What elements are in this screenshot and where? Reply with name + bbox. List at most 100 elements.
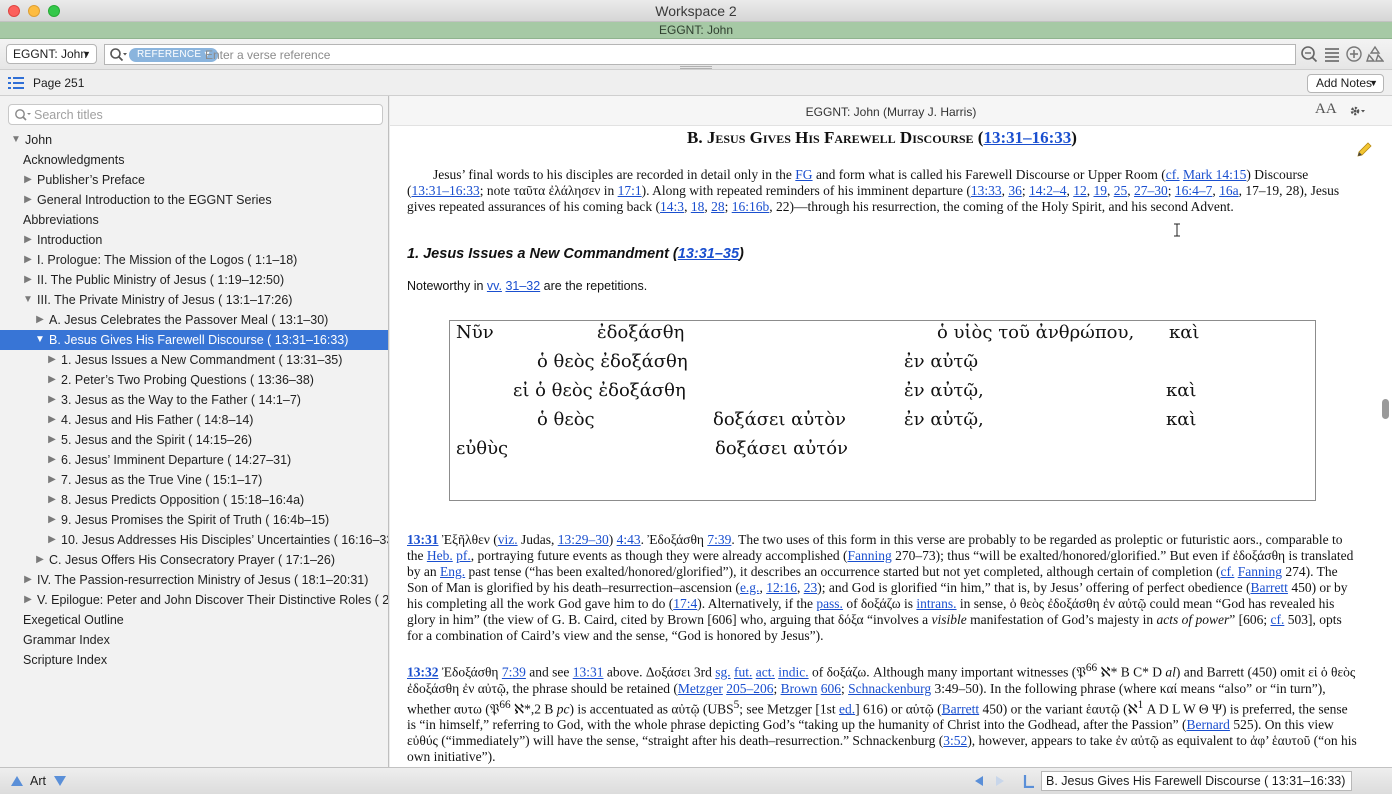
toc-item[interactable]: Acknowledgments xyxy=(0,150,388,170)
abbr-link[interactable]: pf. xyxy=(456,548,471,563)
triangle-up-icon[interactable] xyxy=(10,775,24,787)
toc-item[interactable]: Grammar Index xyxy=(0,630,388,650)
citation-link[interactable]: Schnackenburg xyxy=(848,681,931,696)
location-field[interactable]: B. Jesus Gives His Farewell Discourse ( … xyxy=(1041,771,1352,791)
abbr-link[interactable]: FG xyxy=(795,167,812,182)
verse-link[interactable]: 12 xyxy=(1073,183,1087,198)
abbr-link[interactable]: viz. xyxy=(498,532,518,547)
abbr-link[interactable]: pass. xyxy=(816,596,843,611)
abbr-link[interactable]: ed. xyxy=(839,701,855,716)
toc-item[interactable]: Exegetical Outline xyxy=(0,610,388,630)
toc-item[interactable]: ▶ Publisher’s Preface xyxy=(0,170,388,190)
disclosure-closed-icon[interactable]: ▶ xyxy=(34,550,46,570)
disclosure-open-icon[interactable]: ▼ xyxy=(22,290,34,310)
disclosure-closed-icon[interactable]: ▶ xyxy=(46,390,58,410)
toc-item[interactable]: ▶ 4. Jesus and His Father ( 14:8–14) xyxy=(0,410,388,430)
font-size-button[interactable]: AA xyxy=(1315,101,1337,118)
verse-link[interactable]: 31–32 xyxy=(505,279,540,293)
abbr-link[interactable]: indic. xyxy=(778,665,808,680)
toc-item[interactable]: ▶ 1. Jesus Issues a New Commandment ( 13:… xyxy=(0,350,388,370)
disclosure-closed-icon[interactable]: ▶ xyxy=(22,570,34,590)
verse-link[interactable]: 17:4 xyxy=(673,596,697,611)
abbr-link[interactable]: cf. xyxy=(1166,167,1180,182)
toc-item[interactable]: ▶ 10. Jesus Addresses His Disciples’ Unce… xyxy=(0,530,388,550)
toc-item[interactable]: ▶ 3. Jesus as the Way to the Father ( 14:… xyxy=(0,390,388,410)
verse-link[interactable]: 23 xyxy=(804,580,818,595)
citation-link[interactable]: Metzger xyxy=(678,681,723,696)
disclosure-closed-icon[interactable]: ▶ xyxy=(46,450,58,470)
disclosure-closed-icon[interactable]: ▶ xyxy=(46,510,58,530)
scrollbar-thumb[interactable] xyxy=(1382,399,1389,419)
toc-item[interactable]: ▶ IV. The Passion-resurrection Ministry o… xyxy=(0,570,388,590)
disclosure-open-icon[interactable]: ▼ xyxy=(10,130,22,150)
pencil-icon[interactable] xyxy=(1356,142,1372,158)
citation-link[interactable]: 606 xyxy=(821,681,841,696)
toc-item-selected[interactable]: ▼ B. Jesus Gives His Farewell Discourse (… xyxy=(0,330,388,350)
verse-link[interactable]: 7:39 xyxy=(502,665,526,680)
verse-link[interactable]: 13:29–30 xyxy=(558,532,609,547)
verse-link[interactable]: 13:31–16:33 xyxy=(412,183,480,198)
abbr-link[interactable]: cf. xyxy=(1220,564,1234,579)
gear-icon[interactable] xyxy=(1348,103,1366,119)
abbr-link[interactable]: fut. xyxy=(734,665,752,680)
forward-arrow-icon[interactable] xyxy=(994,775,1006,787)
abbr-link[interactable]: cf. xyxy=(1270,612,1284,627)
citation-link[interactable]: Fanning xyxy=(1238,564,1282,579)
add-notes-button[interactable]: Add Notes ▼ xyxy=(1307,74,1384,93)
verse-link[interactable]: 4:43 xyxy=(617,532,641,547)
verse-link[interactable]: 14:2–4 xyxy=(1029,183,1067,198)
resource-select[interactable]: EGGNT: John ▼ xyxy=(6,44,97,64)
abbr-link[interactable]: sg. xyxy=(715,665,730,680)
abbr-link[interactable]: e.g. xyxy=(740,580,760,595)
disclosure-closed-icon[interactable]: ▶ xyxy=(46,410,58,430)
search-titles-input[interactable] xyxy=(34,106,374,123)
location-marker-icon[interactable] xyxy=(1023,774,1035,788)
toc-item[interactable]: Abbreviations xyxy=(0,210,388,230)
disclosure-closed-icon[interactable]: ▶ xyxy=(46,430,58,450)
toc-item[interactable]: ▶ 5. Jesus and the Spirit ( 14:15–26) xyxy=(0,430,388,450)
toc-item[interactable]: ▶ General Introduction to the EGGNT Serie… xyxy=(0,190,388,210)
disclosure-closed-icon[interactable]: ▶ xyxy=(46,370,58,390)
verse-link[interactable]: 13:32 xyxy=(407,665,439,680)
verse-link[interactable]: 28 xyxy=(711,199,725,214)
verse-link[interactable]: 16a xyxy=(1219,183,1239,198)
verse-link[interactable]: 16:4–7 xyxy=(1175,183,1213,198)
citation-link[interactable]: Barrett xyxy=(1250,580,1287,595)
toc-item[interactable]: ▶ 9. Jesus Promises the Spirit of Truth (… xyxy=(0,510,388,530)
search-icon[interactable] xyxy=(109,47,127,63)
toc-item[interactable]: ▶ I. Prologue: The Mission of the Logos (… xyxy=(0,250,388,270)
disclosure-closed-icon[interactable]: ▶ xyxy=(22,590,34,610)
disclosure-closed-icon[interactable]: ▶ xyxy=(22,190,34,210)
abbr-link[interactable]: vv. xyxy=(487,279,502,293)
verse-link[interactable]: 13:31 xyxy=(573,665,604,680)
disclosure-closed-icon[interactable]: ▶ xyxy=(46,490,58,510)
verse-link[interactable]: 13:33 xyxy=(971,183,1002,198)
verse-link[interactable]: 17:1 xyxy=(618,183,642,198)
verse-link[interactable]: 18 xyxy=(691,199,705,214)
citation-link[interactable]: Bernard xyxy=(1186,717,1229,732)
verse-link[interactable]: 14:3 xyxy=(660,199,684,214)
disclosure-open-icon[interactable]: ▼ xyxy=(34,330,46,350)
toc-item[interactable]: ▶ 2. Peter’s Two Probing Questions ( 13:3… xyxy=(0,370,388,390)
verse-link[interactable]: 19 xyxy=(1093,183,1107,198)
disclosure-closed-icon[interactable]: ▶ xyxy=(22,250,34,270)
section-title-reference-link[interactable]: 13:31–16:33 xyxy=(983,128,1071,147)
toc-item[interactable]: Scripture Index xyxy=(0,650,388,670)
toc-item[interactable]: ▶ 7. Jesus as the True Vine ( 15:1–17) xyxy=(0,470,388,490)
back-arrow-icon[interactable] xyxy=(973,775,985,787)
recycle-icon[interactable] xyxy=(1366,45,1384,63)
verse-link[interactable]: 3:52 xyxy=(943,733,967,748)
table-of-contents-icon[interactable] xyxy=(8,76,24,90)
verse-link[interactable]: 7:39 xyxy=(707,532,731,547)
verse-link[interactable]: 25 xyxy=(1114,183,1128,198)
toc-item[interactable]: ▶ Introduction xyxy=(0,230,388,250)
disclosure-closed-icon[interactable]: ▶ xyxy=(46,350,58,370)
toc-item[interactable]: ▶ C. Jesus Offers His Consecratory Prayer… xyxy=(0,550,388,570)
abbr-link[interactable]: intrans. xyxy=(916,596,956,611)
disclosure-closed-icon[interactable]: ▶ xyxy=(34,310,46,330)
toc-item[interactable]: ▶ A. Jesus Celebrates the Passover Meal (… xyxy=(0,310,388,330)
search-titles-box[interactable] xyxy=(8,104,383,125)
verse-link[interactable]: 13:31 xyxy=(407,532,439,547)
citation-link[interactable]: 205–206 xyxy=(726,681,773,696)
abbr-link[interactable]: Heb. xyxy=(427,548,453,563)
